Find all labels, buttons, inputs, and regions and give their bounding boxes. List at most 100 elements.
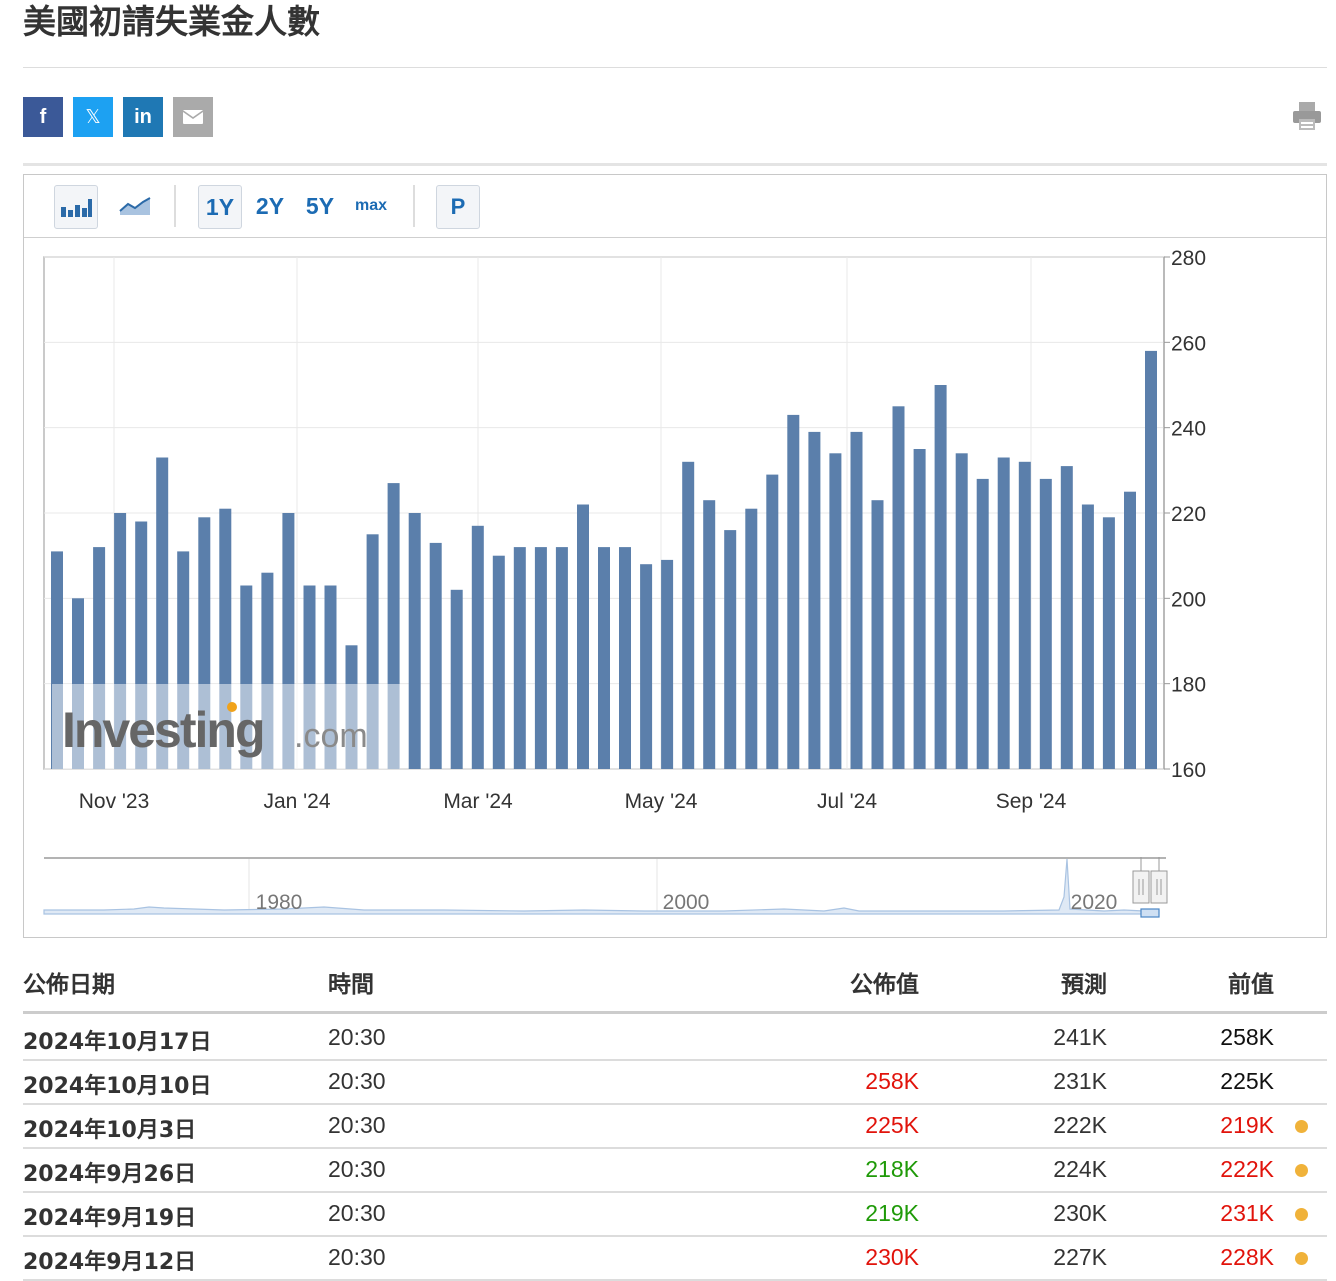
header-time: 時間 — [328, 972, 374, 998]
x-tick-label: Nov '23 — [79, 790, 150, 813]
bar[interactable] — [682, 461, 695, 769]
bar[interactable] — [913, 449, 926, 769]
header-divider — [23, 1011, 1327, 1014]
bar[interactable] — [598, 547, 610, 769]
bar[interactable] — [787, 414, 800, 769]
revised-indicator-icon[interactable] — [1295, 1120, 1308, 1133]
forecast-value: 241K — [1053, 1024, 1107, 1050]
y-tick-label: 160 — [1171, 759, 1206, 782]
release-date: 2024年10月3日 — [23, 1118, 197, 1143]
actual-value: 219K — [865, 1200, 919, 1226]
forecast-value: 230K — [1053, 1200, 1107, 1226]
actual-value: 218K — [865, 1156, 919, 1182]
forecast-value: 222K — [1053, 1112, 1107, 1138]
bar[interactable] — [513, 547, 526, 769]
bar[interactable] — [724, 530, 737, 769]
forecast-value: 227K — [1053, 1244, 1107, 1270]
release-time: 20:30 — [328, 1112, 386, 1138]
release-date: 2024年9月19日 — [23, 1206, 197, 1231]
navigator-selection[interactable] — [1140, 908, 1160, 918]
bar[interactable] — [640, 564, 653, 769]
range-navigator[interactable]: 1980 2000 2020 — [43, 857, 1168, 918]
bar[interactable] — [429, 542, 442, 769]
bar[interactable] — [555, 547, 568, 769]
toolbar-separator — [174, 185, 176, 227]
bar-chart: Investing .com 280 260 240 220 200 180 160 Nov… — [43, 247, 1206, 918]
bar[interactable] — [1081, 504, 1094, 770]
bar[interactable] — [703, 500, 716, 769]
bar[interactable] — [955, 453, 968, 769]
previous-value: 219K — [1220, 1112, 1274, 1138]
bar[interactable] — [745, 508, 758, 769]
table-row: 2024年10月3日 20:30 225K 222K 219K — [23, 1103, 1327, 1149]
range-1y-button[interactable]: 1Y — [198, 185, 242, 229]
bar[interactable] — [661, 559, 674, 769]
page-title: 美國初請失業金人數 — [23, 2, 320, 41]
table-row: 2024年9月12日 20:30 230K 227K 228K — [23, 1235, 1327, 1281]
linkedin-share-button[interactable]: in — [123, 97, 163, 137]
bar[interactable] — [471, 525, 484, 769]
previous-value: 225K — [1220, 1068, 1274, 1094]
email-share-button[interactable] — [173, 97, 213, 137]
bar[interactable] — [892, 406, 905, 769]
y-tick-label: 200 — [1171, 588, 1206, 611]
navigator-year-label: 1980 — [256, 891, 303, 914]
bar[interactable] — [408, 513, 421, 769]
navigator-handle[interactable] — [1150, 870, 1168, 904]
bar[interactable] — [577, 504, 589, 770]
bar[interactable] — [1145, 350, 1157, 769]
release-date: 2024年9月26日 — [23, 1162, 197, 1187]
forecast-value: 231K — [1053, 1068, 1107, 1094]
bar[interactable] — [1039, 478, 1052, 769]
release-date: 2024年10月17日 — [23, 1030, 212, 1055]
bar[interactable] — [1124, 491, 1136, 769]
twitter-share-button[interactable]: 𝕏 — [73, 97, 113, 137]
bar[interactable] — [766, 474, 779, 769]
bar[interactable] — [450, 589, 463, 769]
bar[interactable] — [850, 431, 863, 769]
table-row: 2024年9月19日 20:30 219K 230K 231K — [23, 1191, 1327, 1237]
p-button[interactable]: P — [436, 185, 480, 229]
bar[interactable] — [619, 547, 631, 769]
chart-container: 1Y 2Y 5Y max P Investing .com 280 260 240 2… — [23, 174, 1327, 938]
bar[interactable] — [492, 555, 505, 769]
bar[interactable] — [829, 453, 842, 769]
bar-chart-button[interactable] — [54, 185, 98, 229]
printer-icon[interactable] — [1292, 100, 1322, 132]
bar[interactable] — [1102, 517, 1115, 769]
header-previous: 前值 — [1228, 972, 1274, 998]
y-tick-label: 240 — [1171, 418, 1206, 441]
line-chart-icon — [119, 197, 151, 215]
header-date: 公佈日期 — [23, 972, 115, 998]
envelope-icon — [183, 110, 203, 124]
svg-text:.com: .com — [294, 717, 368, 755]
y-tick-label: 180 — [1171, 674, 1206, 697]
bar[interactable] — [997, 457, 1010, 770]
header-forecast: 預測 — [1061, 972, 1107, 998]
bar[interactable] — [808, 431, 821, 769]
release-time: 20:30 — [328, 1156, 386, 1182]
range-5y-button[interactable]: 5Y — [300, 185, 340, 227]
navigator-handle[interactable] — [1132, 870, 1150, 904]
bar[interactable] — [1060, 466, 1073, 769]
release-date: 2024年10月10日 — [23, 1074, 212, 1099]
forecast-value: 224K — [1053, 1156, 1107, 1182]
bar-chart-icon — [61, 199, 92, 217]
x-tick-label: Jan '24 — [263, 790, 330, 813]
bar[interactable] — [1018, 461, 1031, 769]
bar[interactable] — [934, 385, 947, 769]
range-max-button[interactable]: max — [350, 185, 392, 227]
facebook-icon: f — [39, 105, 47, 128]
bar[interactable] — [534, 547, 547, 769]
line-chart-button[interactable] — [114, 185, 156, 227]
revised-indicator-icon[interactable] — [1295, 1208, 1308, 1221]
bar[interactable] — [976, 478, 989, 769]
actual-value: 230K — [865, 1244, 919, 1270]
revised-indicator-icon[interactable] — [1295, 1252, 1308, 1265]
facebook-share-button[interactable]: f — [23, 97, 63, 137]
release-time: 20:30 — [328, 1244, 386, 1270]
bar[interactable] — [871, 500, 884, 769]
range-2y-button[interactable]: 2Y — [250, 185, 290, 227]
actual-value: 225K — [865, 1112, 919, 1138]
revised-indicator-icon[interactable] — [1295, 1164, 1308, 1177]
